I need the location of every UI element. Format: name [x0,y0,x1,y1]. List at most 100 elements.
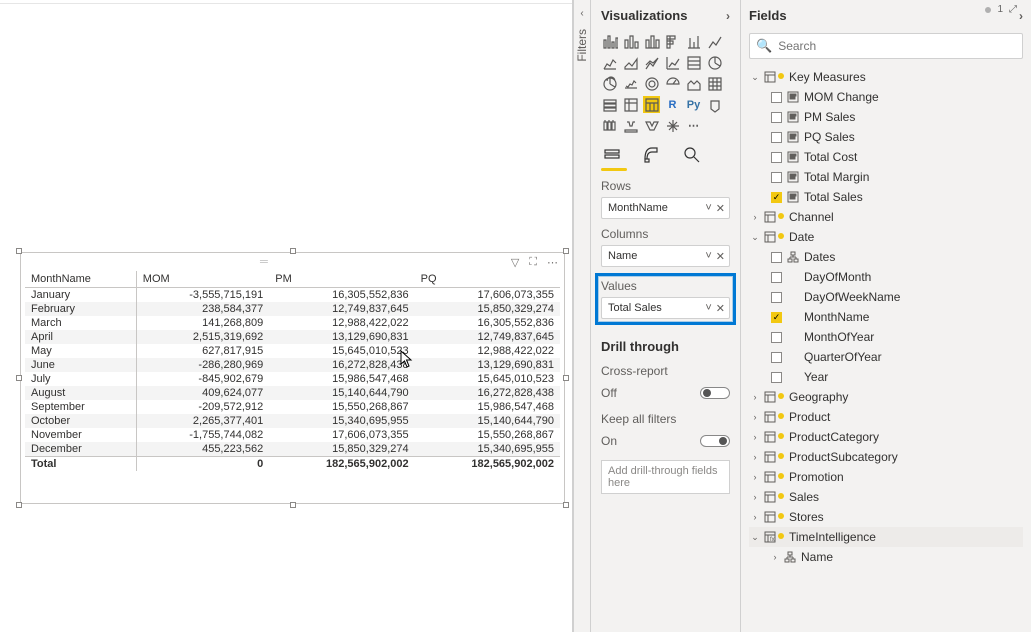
viz-type-icon[interactable] [601,117,618,134]
fields-item-monthname[interactable]: ✓MonthName [749,307,1023,327]
fields-table-key measures[interactable]: ⌄Key Measures [749,67,1023,87]
viz-type-icon[interactable] [664,54,681,71]
viz-type-icon[interactable] [706,75,723,92]
keep-filters-toggle[interactable] [700,435,730,447]
fields-table-channel[interactable]: ›Channel [749,207,1023,227]
fields-item-mom-change[interactable]: MOM Change [749,87,1023,107]
viz-type-icon[interactable] [643,96,660,113]
viz-type-icon[interactable] [622,96,639,113]
field-checkbox[interactable] [771,132,782,143]
viz-type-icon[interactable] [601,33,618,50]
viz-type-icon[interactable] [685,75,702,92]
viz-type-icon[interactable] [601,75,618,92]
viz-type-icon[interactable] [706,54,723,71]
viz-type-icon[interactable] [685,33,702,50]
viz-type-icon[interactable] [622,75,639,92]
field-checkbox[interactable] [771,152,782,163]
table-row: August409,624,07715,140,644,79016,272,82… [25,386,560,400]
fields-table-productcategory[interactable]: ›ProductCategory [749,427,1023,447]
field-checkbox[interactable]: ✓ [771,192,782,203]
viz-type-icon[interactable] [706,96,723,113]
matrix-visual[interactable]: ═ ▽ ⛶ ⋯ MonthName MOM PM PQ January-3,55… [20,252,565,504]
field-checkbox[interactable] [771,172,782,183]
viz-type-icon[interactable] [664,33,681,50]
chevron-down-icon[interactable]: ˅ [705,302,711,315]
viz-type-icon[interactable] [643,117,660,134]
viz-type-icon[interactable] [601,96,618,113]
field-checkbox[interactable] [771,92,782,103]
viz-type-icon[interactable] [622,54,639,71]
columns-field-pill[interactable]: Name ˅✕ [601,245,730,267]
fields-item-dates[interactable]: Dates [749,247,1023,267]
fields-item-pq-sales[interactable]: PQ Sales [749,127,1023,147]
field-checkbox[interactable] [771,372,782,383]
remove-icon[interactable]: ✕ [716,250,725,263]
fields-item-total-margin[interactable]: Total Margin [749,167,1023,187]
analytics-tab-icon[interactable] [681,144,703,166]
viz-type-icon[interactable] [601,54,618,71]
viz-type-icon[interactable] [622,117,639,134]
viz-type-icon[interactable] [643,75,660,92]
viz-type-icon[interactable] [706,33,723,50]
fields-item-name[interactable]: ›Name [749,547,1023,567]
chevron-right-icon[interactable]: › [726,9,730,23]
field-checkbox[interactable] [771,292,782,303]
fields-table-sales[interactable]: ›Sales [749,487,1023,507]
fields-table-promotion[interactable]: ›Promotion [749,467,1023,487]
filters-pane-collapsed[interactable]: ‹ Filters [573,0,591,632]
drag-grip-icon[interactable]: ═ [260,256,268,268]
viz-type-icon[interactable]: Py [685,96,702,113]
focus-mode-icon[interactable]: ⛶ [529,256,537,269]
fields-pane-title: Fields [749,8,787,23]
field-checkbox[interactable]: ✓ [771,312,782,323]
fields-search[interactable]: 🔍 [749,33,1023,59]
data-table: MonthName MOM PM PQ January-3,555,715,19… [25,271,560,471]
table-icon [764,511,776,523]
fields-item-year[interactable]: Year [749,367,1023,387]
viz-type-icon[interactable] [622,33,639,50]
viz-type-icon[interactable] [664,75,681,92]
fields-tab-icon[interactable] [601,144,623,166]
remove-icon[interactable]: ✕ [716,302,725,315]
more-options-icon[interactable]: ⋯ [547,256,558,269]
fields-item-total-sales[interactable]: ✓Total Sales [749,187,1023,207]
fields-table-timeintelligence[interactable]: ⌄fxTimeIntelligence [749,527,1023,547]
field-checkbox[interactable] [771,112,782,123]
viz-type-icon[interactable]: ⋯ [685,117,702,134]
viz-type-icon[interactable] [664,117,681,134]
viz-type-icon[interactable] [643,33,660,50]
format-tab-icon[interactable] [641,144,663,166]
visualization-gallery: RPy ⋯ [601,33,730,134]
report-canvas[interactable]: ═ ▽ ⛶ ⋯ MonthName MOM PM PQ January-3,55… [0,0,572,632]
cross-report-toggle[interactable] [700,387,730,399]
chevron-down-icon[interactable]: ˅ [705,250,711,263]
fields-table-stores[interactable]: ›Stores [749,507,1023,527]
rows-field-pill[interactable]: MonthName ˅✕ [601,197,730,219]
fields-table-product[interactable]: ›Product [749,407,1023,427]
field-icon [787,91,799,103]
fields-item-dayofmonth[interactable]: DayOfMonth [749,267,1023,287]
viz-type-icon[interactable] [643,54,660,71]
remove-icon[interactable]: ✕ [716,202,725,215]
chevron-right-icon[interactable]: › [1019,9,1023,23]
fields-table-productsubcategory[interactable]: ›ProductSubcategory [749,447,1023,467]
search-input[interactable] [776,38,1016,54]
values-field-pill[interactable]: Total Sales ˅✕ [601,297,730,319]
fields-item-pm-sales[interactable]: PM Sales [749,107,1023,127]
field-checkbox[interactable] [771,332,782,343]
field-checkbox[interactable] [771,352,782,363]
fields-table-date[interactable]: ⌄Date [749,227,1023,247]
chevron-down-icon[interactable]: ˅ [705,202,711,215]
fields-table-geography[interactable]: ›Geography [749,387,1023,407]
fields-item-quarterofyear[interactable]: QuarterOfYear [749,347,1023,367]
viz-type-icon[interactable] [685,54,702,71]
drill-through-placeholder[interactable]: Add drill-through fields here [601,460,730,494]
filter-icon[interactable]: ▽ [511,256,519,269]
fields-item-total-cost[interactable]: Total Cost [749,147,1023,167]
field-checkbox[interactable] [771,272,782,283]
field-icon [787,331,799,343]
fields-item-dayofweekname[interactable]: DayOfWeekName [749,287,1023,307]
fields-item-monthofyear[interactable]: MonthOfYear [749,327,1023,347]
viz-type-icon[interactable]: R [664,96,681,113]
field-checkbox[interactable] [771,252,782,263]
